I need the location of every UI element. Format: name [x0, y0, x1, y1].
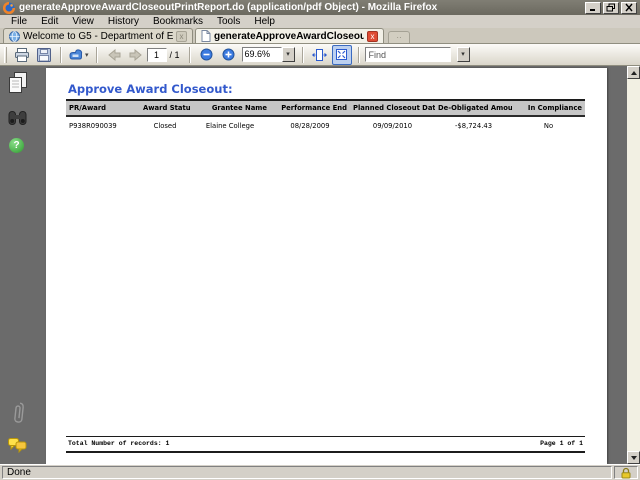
- page-total-label: / 1: [169, 49, 180, 60]
- pdf-toolbar: ▾ / 1: [0, 44, 640, 66]
- next-page-button[interactable]: [126, 45, 146, 65]
- attachments-paperclip-icon[interactable]: [10, 400, 26, 429]
- help-icon[interactable]: ?: [9, 138, 24, 153]
- column-header: PR/Award: [66, 100, 140, 117]
- menu-tools[interactable]: Tools: [210, 15, 247, 28]
- chevron-down-icon: ▾: [85, 51, 89, 59]
- menu-help[interactable]: Help: [247, 15, 282, 28]
- menu-view[interactable]: View: [65, 15, 101, 28]
- table-cell: P938R090039: [69, 122, 117, 130]
- table-row: P938R090039 Closed Elaine College 08/28/…: [66, 116, 585, 132]
- column-header: Planned Closeout Date: [350, 100, 435, 117]
- tab-label: Welcome to G5 - Department of Educat...: [23, 30, 173, 42]
- column-header: Grantee Name: [190, 100, 270, 117]
- document-icon: [201, 30, 211, 42]
- toolbar-separator: [188, 46, 191, 63]
- tab-close-icon[interactable]: x: [367, 30, 378, 42]
- pdf-content-area: ? Approve Award Closeout: PR/Award Award…: [0, 66, 640, 464]
- close-button[interactable]: [621, 1, 637, 14]
- print-button[interactable]: [12, 45, 32, 65]
- menu-file[interactable]: File: [4, 15, 34, 28]
- new-tab-button[interactable]: ··: [388, 31, 410, 43]
- menu-bar: File Edit View History Bookmarks Tools H…: [0, 15, 640, 28]
- vertical-scrollbar[interactable]: [627, 66, 640, 464]
- title-bar: generateApproveAwardCloseoutPrintReport.…: [0, 0, 640, 15]
- tab-label: generateApproveAwardCloseout...: [214, 30, 364, 42]
- status-text: Done: [7, 467, 31, 478]
- toolbar-separator: [60, 46, 62, 63]
- table-cell: -$8,724.43: [454, 122, 493, 130]
- toolbar-grippy: [4, 46, 7, 63]
- select-tool-dropdown[interactable]: ▾: [68, 45, 90, 65]
- zoom-level-combo[interactable]: 69.6% ▾: [241, 47, 295, 62]
- menu-edit[interactable]: Edit: [34, 15, 65, 28]
- column-header: Award Status: [140, 100, 190, 117]
- column-header: In Compliance: [512, 100, 585, 117]
- window-title: generateApproveAwardCloseoutPrintReport.…: [19, 2, 438, 13]
- firefox-window: generateApproveAwardCloseoutPrintReport.…: [0, 0, 640, 480]
- comments-icon[interactable]: [8, 438, 27, 456]
- toolbar-separator: [301, 46, 304, 63]
- report-title: Approve Award Closeout:: [68, 82, 233, 96]
- menu-history[interactable]: History: [101, 15, 146, 28]
- restore-button[interactable]: [603, 1, 619, 14]
- zoom-in-button[interactable]: [219, 45, 239, 65]
- column-header: De-Obligated Amount: [435, 100, 512, 117]
- globe-icon: [9, 30, 20, 42]
- chevron-down-icon[interactable]: ▾: [281, 47, 295, 62]
- report-footer: Total Number of records: 1 Page 1 of 1: [66, 436, 585, 453]
- find-input[interactable]: [364, 47, 451, 62]
- menu-bookmarks[interactable]: Bookmarks: [146, 15, 210, 28]
- column-header: Performance End: [270, 100, 350, 117]
- table-cell: Closed: [153, 122, 177, 130]
- tab-close-icon[interactable]: x: [176, 30, 187, 42]
- scroll-up-button[interactable]: [627, 66, 640, 79]
- pages-panel-icon[interactable]: [8, 72, 28, 97]
- ssl-padlock-icon[interactable]: [614, 466, 638, 479]
- firefox-logo-icon: [3, 1, 15, 14]
- total-records-label: Total Number of records: 1: [68, 440, 170, 447]
- tab-pdf-report[interactable]: generateApproveAwardCloseout... x: [195, 28, 384, 43]
- previous-page-button[interactable]: [104, 45, 124, 65]
- page-number-input[interactable]: [146, 47, 167, 62]
- table-cell: 08/28/2009: [290, 122, 330, 130]
- results-table: PR/Award Award Status Grantee Name Perfo…: [66, 99, 585, 132]
- table-cell: Elaine College: [205, 122, 255, 130]
- find-dropdown-button[interactable]: ▾: [456, 47, 470, 62]
- page-count-label: Page 1 of 1: [540, 440, 583, 447]
- status-bar: Done: [0, 464, 640, 480]
- table-header-row: PR/Award Award Status Grantee Name Perfo…: [66, 100, 585, 117]
- status-message-panel: Done: [2, 466, 612, 479]
- zoom-level-value: 69.6%: [241, 47, 282, 62]
- scroll-down-button[interactable]: [627, 451, 640, 464]
- fit-width-button[interactable]: [310, 45, 330, 65]
- fit-page-button[interactable]: [331, 44, 352, 65]
- save-button[interactable]: [34, 45, 54, 65]
- table-cell: No: [543, 122, 554, 130]
- toolbar-separator: [95, 46, 98, 63]
- zoom-out-button[interactable]: [197, 45, 217, 65]
- tab-bar: Welcome to G5 - Department of Educat... …: [0, 28, 640, 44]
- tab-welcome-g5[interactable]: Welcome to G5 - Department of Educat... …: [3, 28, 193, 43]
- binoculars-icon[interactable]: [8, 110, 27, 129]
- pdf-page: Approve Award Closeout: PR/Award Award S…: [46, 68, 607, 464]
- toolbar-separator: [357, 46, 360, 63]
- minimize-button[interactable]: [585, 1, 601, 14]
- table-cell: 09/09/2010: [372, 122, 413, 130]
